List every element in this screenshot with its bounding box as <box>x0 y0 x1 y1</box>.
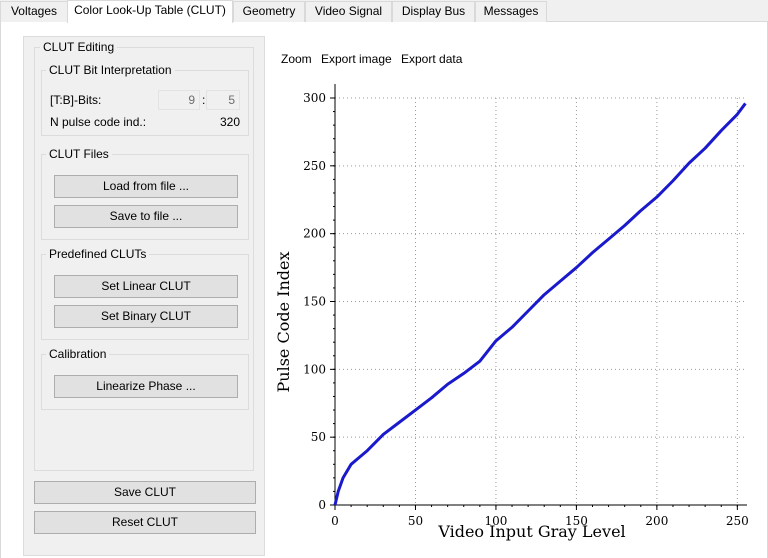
tab-clut[interactable]: Color Look-Up Table (CLUT) <box>67 0 233 23</box>
y-tick-label: 150 <box>303 295 326 309</box>
reset-clut-button[interactable]: Reset CLUT <box>34 511 256 534</box>
clut-plot-panel: Zoom Export image Export data 0 50 100 150 2… <box>267 42 757 554</box>
x-tick-label: 50 <box>408 514 423 528</box>
series-line <box>333 102 747 506</box>
y-tick-label: 200 <box>303 227 326 241</box>
save-to-file-button[interactable]: Save to file ... <box>54 205 238 228</box>
set-linear-clut-button[interactable]: Set Linear CLUT <box>54 275 238 298</box>
clut-editing-group: CLUT Editing CLUT Bit Interpretation [T:… <box>34 40 254 471</box>
save-clut-button[interactable]: Save CLUT <box>34 481 256 504</box>
tab-video-signal-label: Video Signal <box>314 4 383 18</box>
tab-voltages[interactable]: Voltages <box>0 1 68 22</box>
y-tick-label: 100 <box>303 362 326 376</box>
n-pulse-label: N pulse code ind.: <box>50 115 147 129</box>
predefined-cluts-group: Predefined CLUTs Set Linear CLUT Set Bin… <box>41 247 249 340</box>
chart-series <box>333 102 747 506</box>
clut-line-chart: 0 50 100 150 200 250050100150200250300 Video … <box>274 84 749 541</box>
clut-editing-title: CLUT Editing <box>40 40 118 54</box>
b-bits-spinbox[interactable]: 5 <box>206 90 240 110</box>
tab-clut-label: Color Look-Up Table (CLUT) <box>74 3 226 17</box>
bit-interpretation-group: CLUT Bit Interpretation [T:B]-Bits: 9 : … <box>41 63 249 136</box>
x-tick-label: 200 <box>645 514 668 528</box>
tab-bar: Voltages Color Look-Up Table (CLUT) Geom… <box>0 0 768 23</box>
calibration-title: Calibration <box>46 347 110 361</box>
tab-display-bus[interactable]: Display Bus <box>392 1 475 22</box>
chart-grid <box>335 97 747 505</box>
tab-messages[interactable]: Messages <box>475 1 547 22</box>
tab-geometry-label: Geometry <box>242 4 296 18</box>
load-from-file-button[interactable]: Load from file ... <box>54 175 238 198</box>
tb-bits-label: [T:B]-Bits: <box>50 93 102 107</box>
tab-messages-label: Messages <box>483 4 539 18</box>
x-tick-label: 250 <box>726 514 749 528</box>
clut-files-group: CLUT Files Load from file ... Save to fi… <box>41 147 249 240</box>
y-tick-label: 50 <box>311 430 326 444</box>
chart-axes <box>334 84 747 506</box>
predefined-cluts-title: Predefined CLUTs <box>46 247 150 261</box>
t-bits-spinbox[interactable]: 9 <box>158 90 200 110</box>
y-tick-label: 250 <box>303 159 326 173</box>
tab-geometry[interactable]: Geometry <box>233 1 305 22</box>
bit-interpretation-title: CLUT Bit Interpretation <box>46 63 175 77</box>
clut-left-panel: CLUT Editing CLUT Bit Interpretation [T:… <box>23 36 265 556</box>
tab-content: CLUT Editing CLUT Bit Interpretation [T:… <box>0 22 768 558</box>
chart-ticks: 0 50 100 150 200 250050100150200250300 <box>303 91 749 528</box>
set-binary-clut-button[interactable]: Set Binary CLUT <box>54 305 238 328</box>
bits-separator: : <box>202 93 206 107</box>
y-axis-label: Pulse Code Index <box>274 252 293 393</box>
tab-voltages-label: Voltages <box>10 4 58 18</box>
tab-video-signal[interactable]: Video Signal <box>305 1 392 22</box>
linearize-phase-button[interactable]: Linearize Phase ... <box>54 375 238 398</box>
x-axis-label: Video Input Gray Level <box>437 522 625 541</box>
calibration-group: Calibration Linearize Phase ... <box>41 347 249 410</box>
tab-display-bus-label: Display Bus <box>401 4 466 18</box>
x-tick-label: 0 <box>331 514 339 528</box>
clut-files-title: CLUT Files <box>46 147 112 161</box>
n-pulse-value: 320 <box>220 115 241 129</box>
y-tick-label: 0 <box>318 498 326 512</box>
y-tick-label: 300 <box>303 91 326 105</box>
